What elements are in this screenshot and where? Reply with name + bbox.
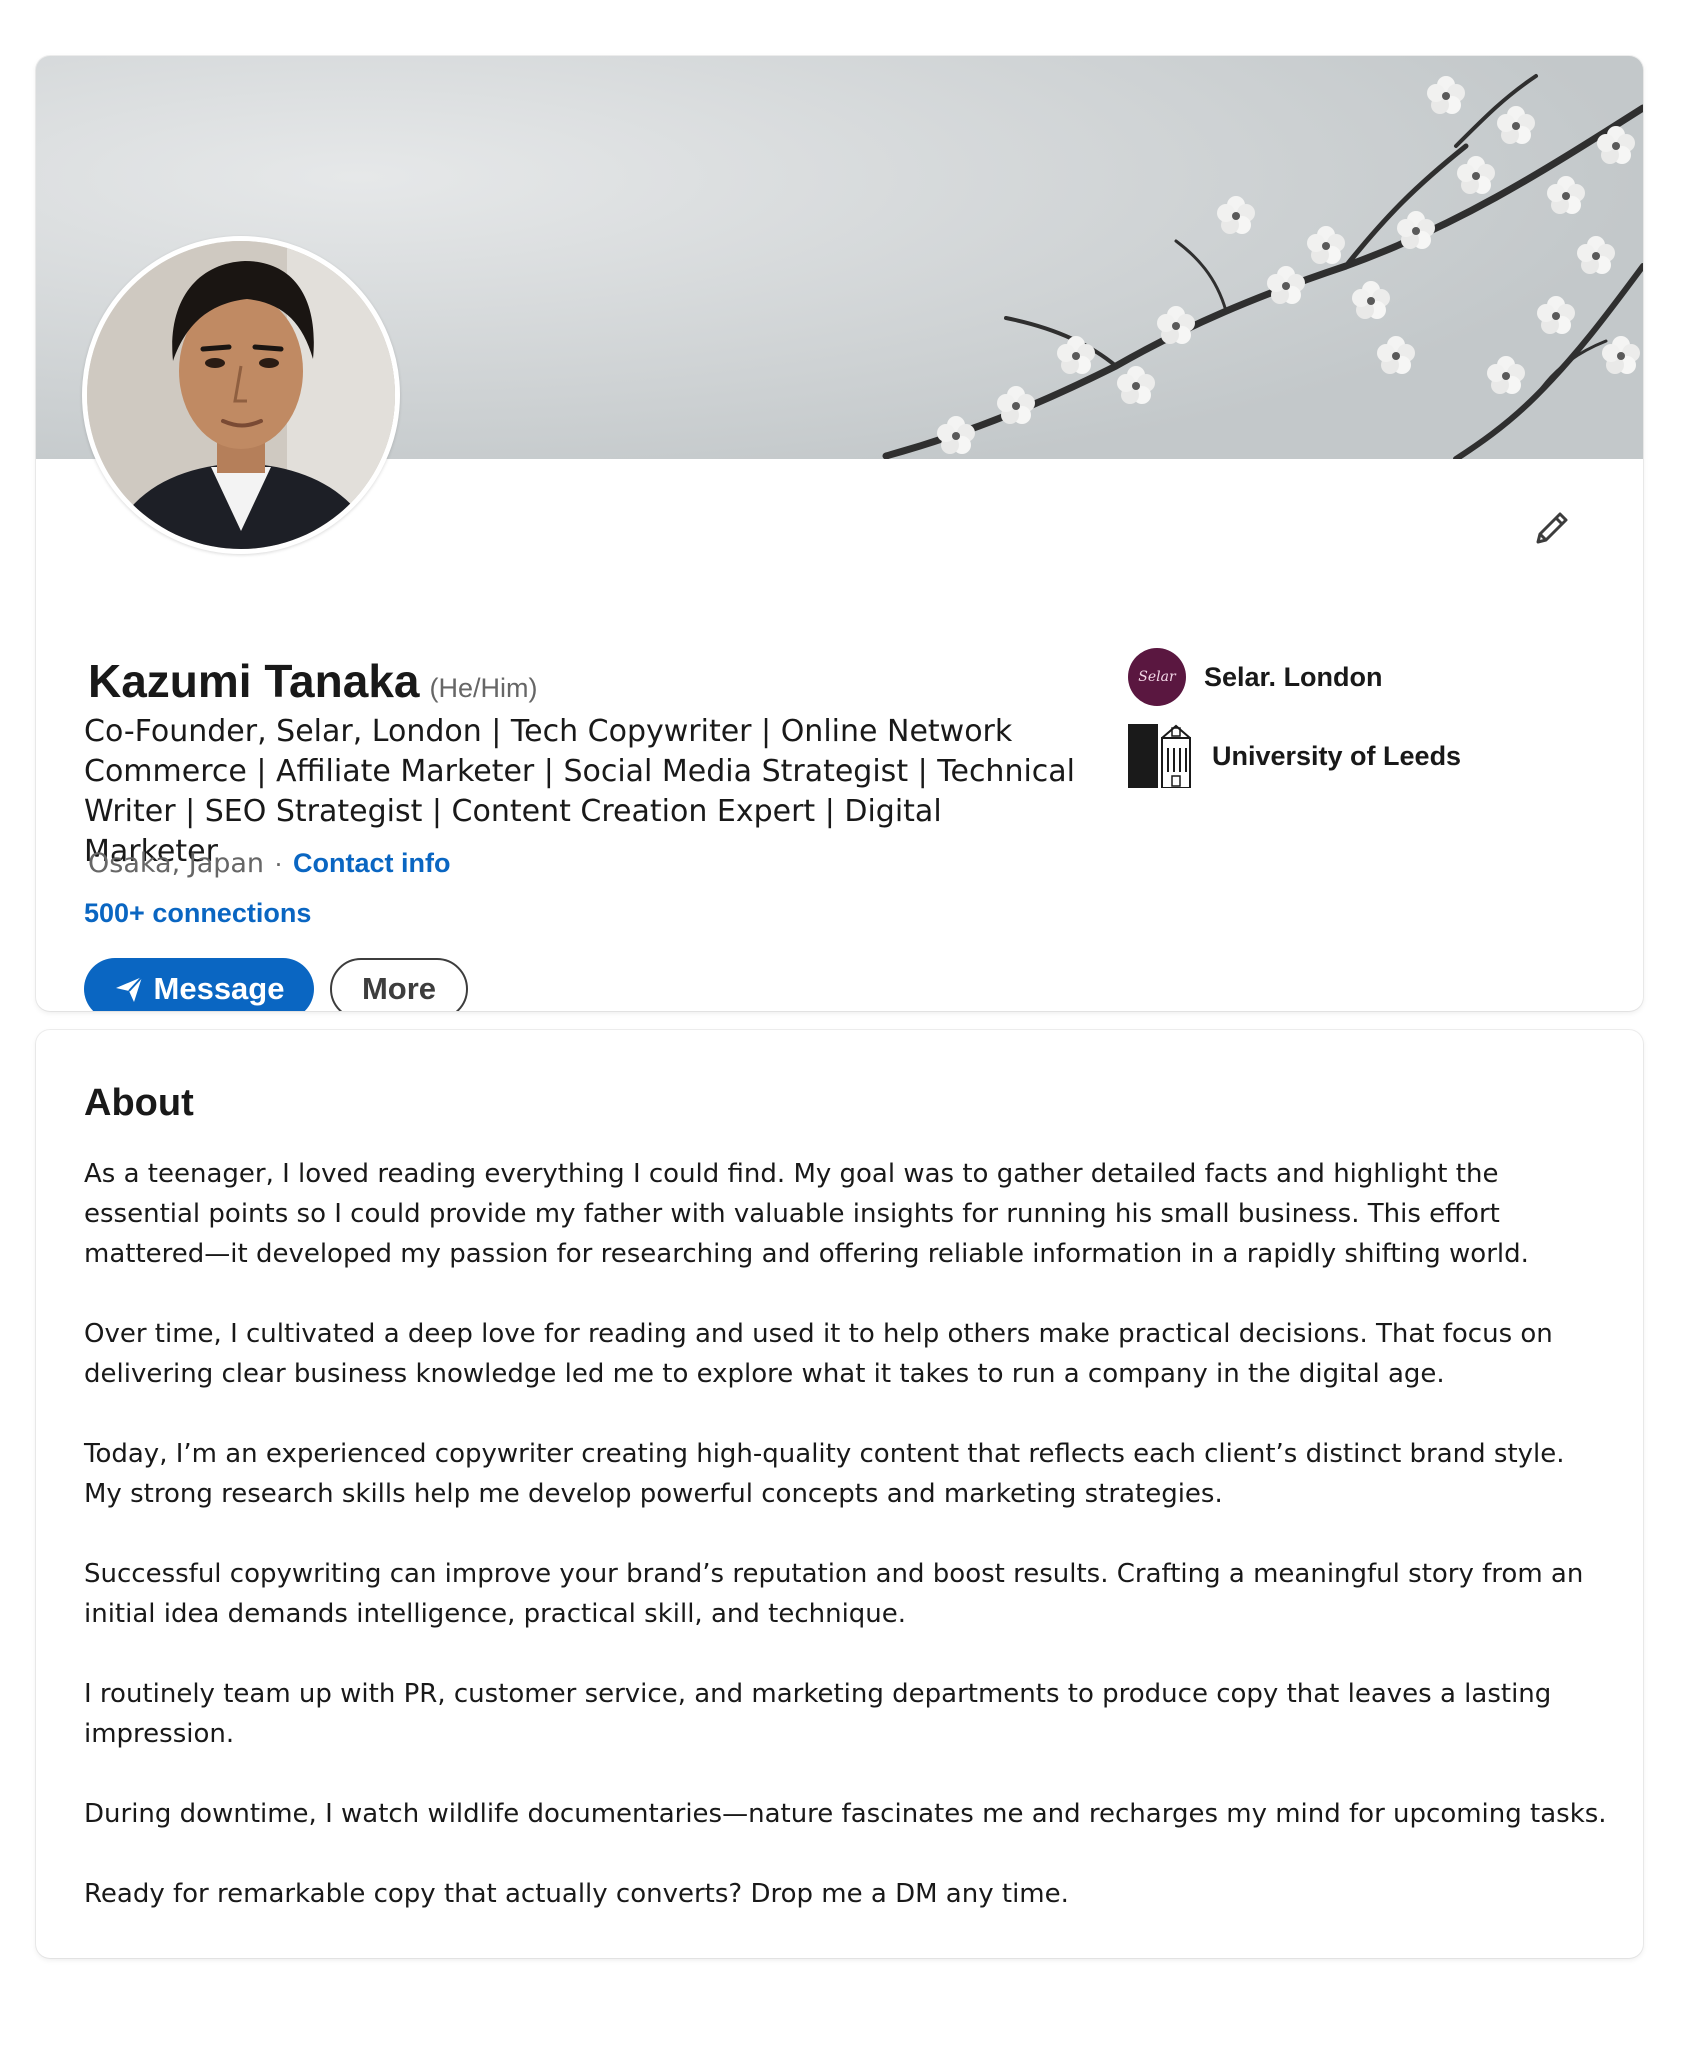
- education-link[interactable]: University of Leeds: [1128, 724, 1461, 788]
- current-company-link[interactable]: Selar Selar. London: [1128, 648, 1383, 706]
- profile-location: Osaka, Japan: [88, 848, 265, 879]
- education-name: University of Leeds: [1212, 740, 1462, 771]
- more-button-label: More: [361, 971, 437, 1006]
- person-portrait-icon: [87, 241, 395, 549]
- connections-link[interactable]: 500+ connections: [84, 898, 311, 929]
- profile-card: Kazumi Tanaka (He/Him) Co-Founder, Selar…: [36, 56, 1643, 1011]
- contact-info-link[interactable]: Contact info: [293, 848, 450, 879]
- profile-pronouns: (He/Him): [429, 673, 538, 703]
- name-row: Kazumi Tanaka (He/Him): [88, 654, 537, 708]
- about-paragraph: Over time, I cultivated a deep love for …: [84, 1319, 1553, 1389]
- university-of-leeds-logo: [1128, 724, 1192, 788]
- about-text: As a teenager, I loved reading everythin…: [84, 1154, 1609, 1954]
- location-separator: ·: [274, 848, 284, 878]
- about-paragraph: As a teenager, I loved reading everythin…: [84, 1159, 1529, 1269]
- pencil-icon: [1536, 512, 1568, 544]
- about-section: About As a teenager, I loved reading eve…: [36, 1030, 1643, 1958]
- profile-name: Kazumi Tanaka: [88, 655, 420, 707]
- about-paragraph: Successful copywriting can improve your …: [84, 1559, 1584, 1629]
- about-paragraph: Ready for remarkable copy that actually …: [84, 1879, 1069, 1909]
- profile-photo-avatar[interactable]: [82, 236, 400, 554]
- about-paragraph: Today, I’m an experienced copywriter cre…: [84, 1439, 1565, 1509]
- about-paragraph: I routinely team up with PR, customer se…: [84, 1679, 1552, 1749]
- edit-profile-button[interactable]: [1520, 496, 1584, 560]
- about-heading: About: [84, 1082, 194, 1124]
- more-button[interactable]: More: [330, 958, 468, 1011]
- message-button-label: Message: [153, 971, 285, 1006]
- current-company-name: Selar. London: [1204, 661, 1383, 692]
- send-icon: [114, 974, 144, 1004]
- about-paragraph: During downtime, I watch wildlife docume…: [84, 1799, 1607, 1829]
- selar-company-logo: Selar: [1128, 648, 1186, 706]
- message-button[interactable]: Message: [84, 958, 314, 1011]
- location-row: Osaka, Japan · Contact info: [88, 848, 451, 879]
